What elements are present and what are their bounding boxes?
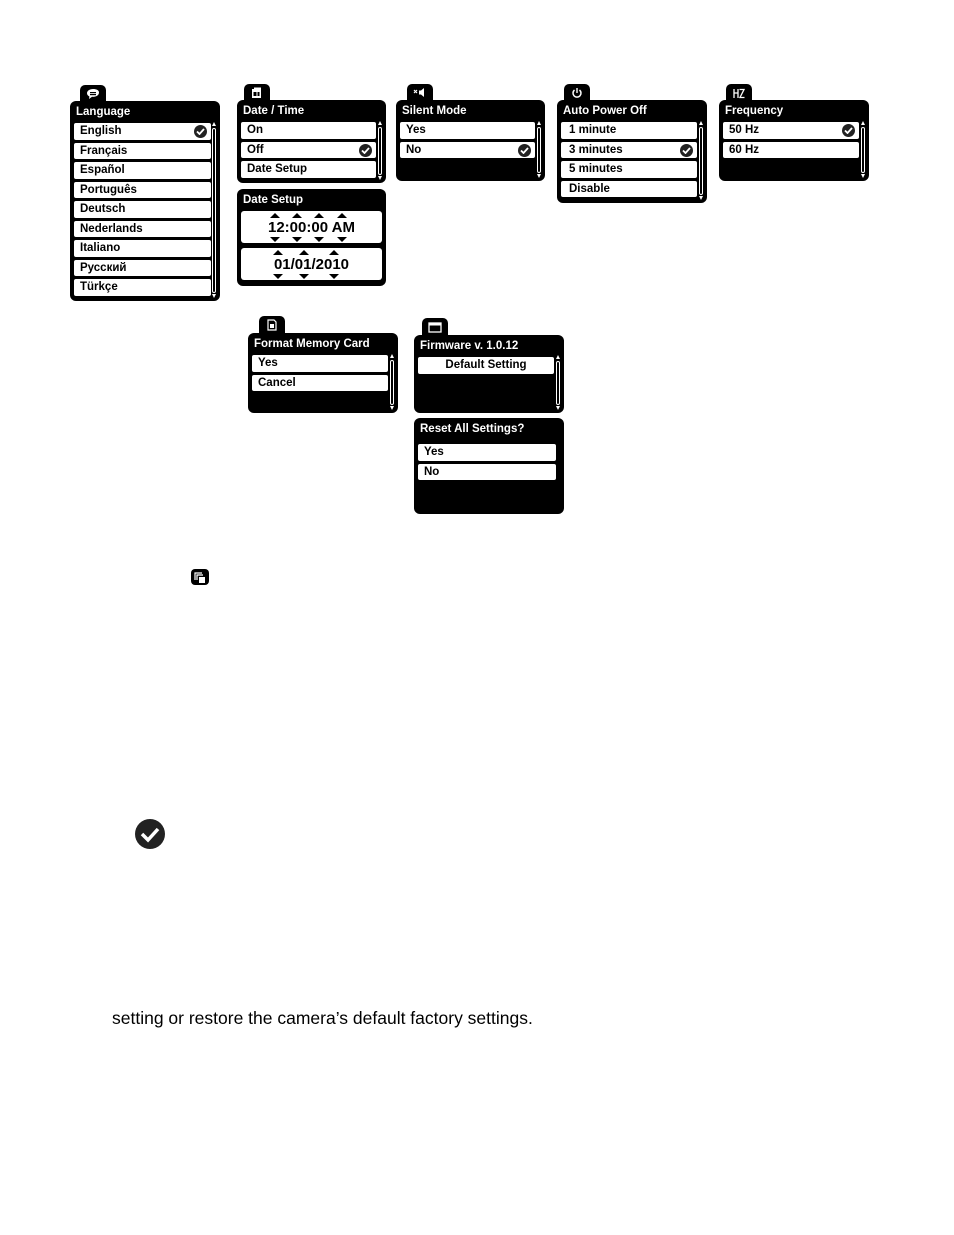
format-tab [259,316,285,334]
check-circle-icon [680,143,693,157]
menu-item[interactable]: Deutsch [74,201,211,218]
spin-down-icon[interactable] [299,274,309,279]
menu-title: Date / Time [243,105,305,117]
scrollbar[interactable] [861,127,865,173]
check-circle-icon [359,143,372,157]
menu-item[interactable]: English [74,123,211,140]
scrollbar[interactable] [212,128,216,293]
speech-bubble-icon [87,89,99,99]
menu-item[interactable]: Português [74,181,211,198]
window-icon [428,321,442,333]
scrollbar[interactable] [699,127,703,195]
spin-up-icon[interactable] [329,250,339,255]
menu-item[interactable]: No [418,463,556,480]
check-circle-icon [194,125,207,138]
scrollbar[interactable] [556,361,560,405]
spin-up-icon[interactable] [314,213,324,218]
reset-all-panel: Reset All Settings? Yes No [414,418,564,514]
default-setting-button[interactable]: Default Setting [418,357,554,374]
scrollbar[interactable] [537,127,541,173]
menu-title: Frequency [725,105,784,117]
scrollbar[interactable] [378,127,382,175]
menu-item[interactable]: Español [74,162,211,179]
body-text: setting or restore the camera’s default … [112,1008,533,1028]
mute-speaker-icon [413,88,424,97]
spin-up-icon[interactable] [337,213,347,218]
menu-item[interactable]: No [400,141,535,158]
menu-item[interactable]: Yes [252,355,388,372]
menu-item[interactable]: 5 minutes [561,161,697,178]
firmware-tab [422,318,448,336]
spin-down-icon[interactable] [292,237,302,242]
spin-up-icon[interactable] [292,213,302,218]
menu-item[interactable]: Русский [74,259,211,276]
menu-title: Auto Power Off [563,105,647,117]
menu-title: Date Setup [243,194,304,206]
menu-item[interactable]: Türkçe [74,279,211,296]
menu-title: Reset All Settings? [420,423,525,435]
spin-down-icon[interactable] [337,237,347,242]
sd-card-icon [267,319,277,331]
menu-title: Firmware v. 1.0.12 [420,340,519,352]
hz-icon [733,88,745,98]
menu-title: Silent Mode [402,105,467,117]
menu-item[interactable]: On [241,122,376,139]
menu-item[interactable]: Date Setup [241,161,376,178]
menu-item[interactable]: Nederlands [74,220,211,237]
menu-item[interactable]: Italiano [74,240,211,257]
spin-down-icon[interactable] [329,274,339,279]
date-setup-panel: Date Setup 12:00:00 AM 01/01/2010 [237,189,386,286]
spin-up-icon[interactable] [273,250,283,255]
stacked-squares-icon [190,568,210,586]
menu-item[interactable]: Yes [400,122,535,139]
menu-item[interactable]: Off [241,141,376,158]
menu-item[interactable]: Yes [418,444,556,461]
menu-item[interactable]: 1 minute [561,122,697,139]
menu-item[interactable]: Cancel [252,374,388,391]
check-circle-icon [134,818,166,850]
check-circle-icon [518,143,531,157]
menu-item[interactable]: 60 Hz [723,141,859,158]
menu-title: Language [76,106,131,118]
calendar-icon [252,87,261,98]
menu-item[interactable]: 50 Hz [723,122,859,139]
spin-down-icon[interactable] [314,237,324,242]
spin-up-icon[interactable] [270,213,280,218]
time-field[interactable]: 12:00:00 AM [241,211,382,243]
check-circle-icon [842,124,855,137]
spin-down-icon[interactable] [273,274,283,279]
menu-title: Format Memory Card [254,338,370,350]
spin-up-icon[interactable] [299,250,309,255]
power-icon [572,88,582,98]
date-field[interactable]: 01/01/2010 [241,248,382,280]
spin-down-icon[interactable] [270,237,280,242]
menu-item[interactable]: 3 minutes [561,141,697,158]
menu-item[interactable]: Disable [561,180,697,197]
scrollbar[interactable] [390,360,394,405]
menu-item[interactable]: Français [74,142,211,159]
